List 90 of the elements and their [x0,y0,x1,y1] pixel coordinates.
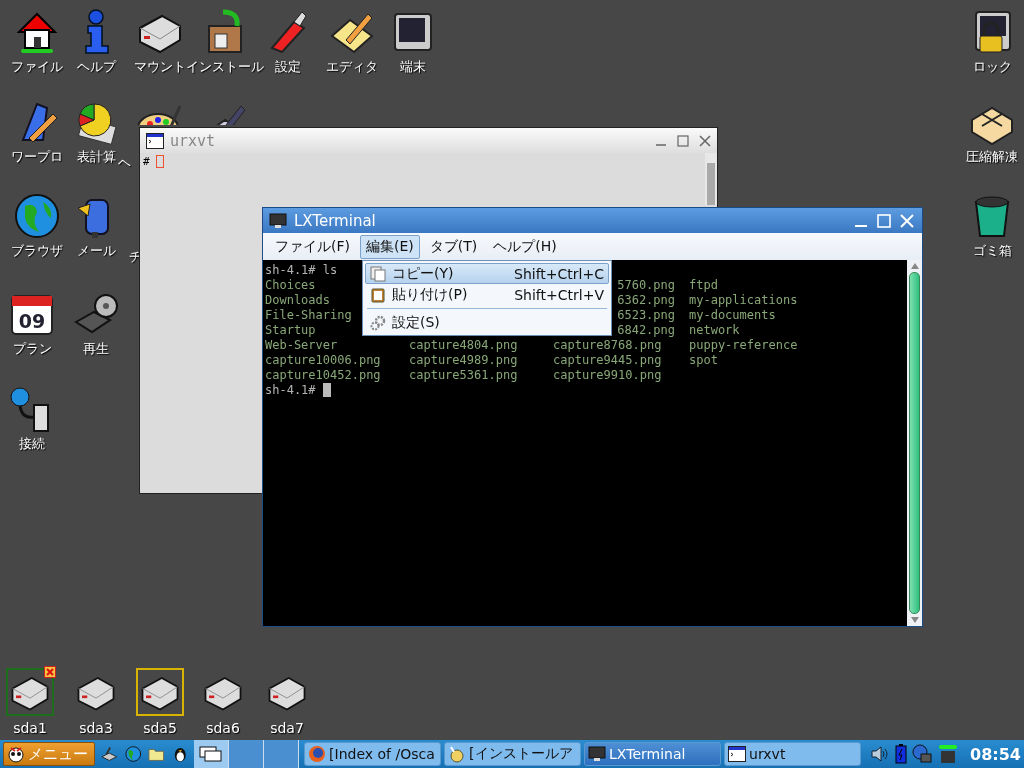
file-name: capture5361.png [409,368,518,382]
taskbar-button[interactable]: urxvt [724,742,862,766]
file-name: capture10452.png [265,368,381,382]
animal-face-icon [7,745,25,763]
file-name: ftpd [689,278,718,292]
file-name: 6362.png [617,293,675,307]
monitor-icon [269,212,287,229]
file-name: Choices [265,278,316,292]
file-name: Web-Server [265,338,338,352]
terminal-icon [146,132,164,149]
icon-label[interactable]: ヘルプ [76,58,116,76]
memory-chip-icon[interactable] [937,744,960,764]
icon-label[interactable]: 接続 [19,435,45,453]
icon-label[interactable]: ブラウザ [11,242,63,260]
scrollbar[interactable] [705,153,717,205]
file-name: capture8768.png [553,338,662,352]
icon-label[interactable]: sda5 [143,720,177,736]
window-title: LXTerminal [294,211,376,230]
file-name: Downloads [265,293,331,307]
file-name: capture9910.png [553,368,662,382]
scrollbar[interactable] [907,260,922,626]
icon-label[interactable]: sda3 [79,720,113,736]
speaker-icon[interactable] [870,745,891,763]
icon-label[interactable]: プラン [12,340,52,358]
menu-item[interactable]: 貼り付け(P) Shift+Ctrl+V [365,284,609,305]
menu-item[interactable]: コピー(Y) Shift+Ctrl+C [365,263,609,284]
prompt-text: # [143,155,150,168]
file-name: my-applications [689,293,798,307]
copy-icon [370,265,386,282]
icon-label[interactable]: ゴミ箱 [972,242,1012,260]
file-name: capture10006.png [265,353,381,367]
icon-label[interactable]: 表計算 [76,148,116,166]
file-name: my-documents [689,308,776,322]
menu-item[interactable]: 設定(S) [365,312,609,333]
file-name: spot [689,353,718,367]
taskbar-button[interactable]: [Index of /Osca [304,742,442,766]
file-name: 5760.png [617,278,675,292]
icon-label[interactable]: マウント [134,58,186,76]
file-name: puppy-reference [689,338,798,352]
file-name: network [689,323,740,337]
file-name: 6842.png [617,323,675,337]
icon-label[interactable]: 圧縮解凍 [966,148,1018,166]
globe-icon[interactable] [124,745,142,763]
menu-item[interactable]: ヘルプ(H) [487,234,563,259]
icon-label[interactable]: ワープロ [11,148,63,166]
scroll-down-icon[interactable] [909,616,920,624]
icon-label[interactable]: sda1 [13,720,47,736]
icon-label[interactable]: sda7 [270,720,304,736]
icon-label[interactable]: エディタ [326,58,378,76]
terminal-icon [728,745,747,763]
menu-item[interactable]: 編集(E) [360,234,420,259]
text-cursor [322,383,331,397]
icon-label[interactable]: 端末 [400,58,426,76]
globe-icon[interactable] [13,192,61,240]
clipboard-icon [370,286,386,303]
text-cursor [155,155,164,168]
icon-label[interactable]: ヘ [118,154,131,172]
file-name: File-Sharing [265,308,352,322]
installer-icon [448,745,467,763]
file-name: capture4989.png [409,353,518,367]
command-line: sh-4.1# ls [265,263,338,278]
window-title: urxvt [170,131,216,150]
close-icon[interactable] [44,666,56,678]
menu-item[interactable]: ファイル(F) [269,234,356,259]
clock: 08:54 [970,744,1021,764]
taskbar-button[interactable]: LXTerminal [584,742,722,766]
file-name: Startup [265,323,316,337]
scroll-up-icon[interactable] [909,262,920,270]
icon-label[interactable]: メール [76,242,116,260]
gear-icon [370,314,386,331]
file-name: 6523.png [617,308,675,322]
browser-icon [308,745,327,763]
monitor-icon [588,745,607,763]
icon-label[interactable]: ファイル [11,58,63,76]
file-name: capture4804.png [409,338,518,352]
battery-icon[interactable] [895,744,908,764]
desktop-pager[interactable] [194,740,300,768]
icon-label[interactable]: ロック [972,58,1012,76]
close-icon[interactable] [699,134,711,147]
icon-label[interactable]: sda6 [206,720,240,736]
icon-label[interactable]: インストール [186,58,264,76]
icon-label[interactable]: 再生 [83,340,109,358]
taskbar-button[interactable]: [インストールア [444,742,582,766]
menu-item[interactable]: タブ(T) [423,234,484,259]
icon-label[interactable]: 設定 [275,58,301,76]
maximize-icon[interactable] [677,134,689,147]
prompt-text: sh-4.1# [265,383,316,398]
computer-icon[interactable] [101,745,118,763]
windows-icon [199,746,224,762]
file-name: capture9445.png [553,353,662,367]
